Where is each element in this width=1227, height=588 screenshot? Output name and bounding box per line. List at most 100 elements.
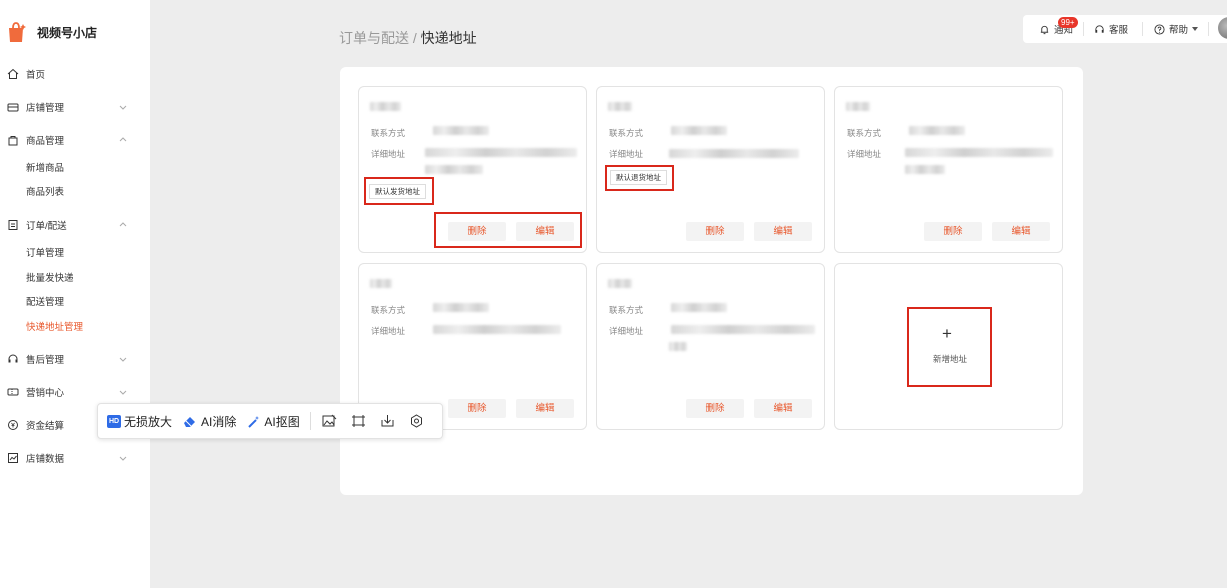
- nav-order-delivery[interactable]: 订单/配送: [0, 214, 150, 236]
- nav-marketing[interactable]: 营销中心: [0, 381, 150, 403]
- crop-button[interactable]: [351, 414, 366, 428]
- address-card: 联系方式 详细地址 默认发货地址 删除 编辑: [358, 86, 587, 253]
- nav-after-sales-label: 售后管理: [26, 355, 65, 366]
- image-edit-button[interactable]: [322, 414, 337, 428]
- hd-icon: HD: [107, 414, 121, 428]
- headset-icon: [1095, 24, 1104, 33]
- edit-button[interactable]: 编辑: [754, 222, 812, 241]
- edit-button[interactable]: 编辑: [516, 399, 574, 418]
- nav-order-mgmt[interactable]: 订单管理: [26, 246, 64, 262]
- chevron-down-icon: [119, 357, 127, 362]
- nav-after-sales[interactable]: 售后管理: [0, 348, 150, 370]
- redacted-contact: [433, 303, 489, 312]
- nav-shop-data-label: 店铺数据: [26, 454, 65, 465]
- add-address-card[interactable]: + 新增地址: [834, 263, 1063, 430]
- address-panel: 联系方式 详细地址 默认发货地址 删除 编辑 联系方式 详细地址 默认退货地址 …: [340, 67, 1083, 495]
- highlight-box: [434, 212, 582, 248]
- chevron-down-icon: [119, 390, 127, 395]
- delete-button[interactable]: 删除: [686, 399, 744, 418]
- nav-product-mgmt[interactable]: 商品管理: [0, 129, 150, 151]
- bag-icon: [8, 136, 18, 146]
- highlight-box: [364, 177, 434, 205]
- notify-button[interactable]: 通知 99+: [1023, 15, 1083, 43]
- highlight-box: [605, 165, 674, 191]
- help-button[interactable]: 帮助: [1143, 15, 1208, 43]
- contact-label: 联系方式: [609, 305, 644, 315]
- redacted-name: [370, 102, 401, 111]
- nav-batch-ship[interactable]: 批量发快递: [26, 271, 74, 287]
- help-label: 帮助: [1169, 25, 1189, 36]
- chevron-up-icon: [119, 222, 127, 227]
- upscale-label: 无损放大: [124, 414, 173, 429]
- chevron-down-icon: [119, 105, 127, 110]
- redacted-name: [370, 279, 392, 288]
- breadcrumb-separator: /: [409, 30, 421, 46]
- address-label: 详细地址: [371, 149, 406, 159]
- delete-button[interactable]: 删除: [924, 222, 982, 241]
- top-bar: 通知 99+ 客服 帮助: [1023, 15, 1227, 43]
- brand[interactable]: 视频号小店: [6, 20, 97, 44]
- redacted-name: [846, 102, 870, 111]
- crop-icon: [351, 415, 365, 427]
- address-label: 详细地址: [609, 326, 644, 336]
- delete-button[interactable]: 删除: [448, 399, 506, 418]
- nav-shop-data[interactable]: 店铺数据: [0, 447, 150, 469]
- download-button[interactable]: [380, 414, 395, 428]
- download-icon: [381, 415, 394, 427]
- edit-button[interactable]: 编辑: [992, 222, 1050, 241]
- eraser-icon: [184, 416, 196, 427]
- address-label: 详细地址: [609, 149, 644, 159]
- chevron-down-icon: [119, 456, 127, 461]
- brand-name: 视频号小店: [37, 25, 98, 40]
- redacted-contact: [433, 126, 489, 135]
- image-edit-icon: [322, 414, 337, 427]
- order-icon: [8, 220, 18, 230]
- nav-product-new[interactable]: 新增商品: [26, 161, 64, 177]
- divider: [1208, 22, 1210, 36]
- nav-order-delivery-label: 订单/配送: [26, 221, 67, 232]
- redacted-address: [671, 325, 815, 334]
- shop-icon: [7, 103, 19, 112]
- redacted-address: [905, 165, 945, 174]
- shop-bag-logo-icon: [9, 22, 26, 42]
- chevron-up-icon: [119, 137, 127, 142]
- divider: [309, 412, 311, 430]
- redacted-address: [425, 148, 577, 157]
- chart-icon: [8, 453, 18, 463]
- nav-delivery-mgmt[interactable]: 配送管理: [26, 295, 64, 311]
- address-card: 联系方式 详细地址 删除 编辑: [596, 263, 825, 430]
- nav-shop-mgmt-label: 店铺管理: [26, 103, 65, 114]
- service-button[interactable]: 客服: [1084, 15, 1142, 43]
- contact-label: 联系方式: [371, 128, 406, 138]
- redacted-address: [425, 165, 483, 174]
- address-label: 详细地址: [371, 326, 406, 336]
- service-label: 客服: [1109, 25, 1129, 36]
- redacted-address: [433, 325, 561, 334]
- redacted-address: [669, 149, 799, 158]
- redacted-contact: [671, 303, 727, 312]
- ai-cutout-button[interactable]: AI抠图: [247, 413, 300, 430]
- settings-button[interactable]: [409, 414, 424, 428]
- nav-home-label: 首页: [26, 70, 46, 81]
- floating-image-toolbar: HD 无损放大 AI消除 AI抠图: [97, 403, 443, 439]
- redacted-address: [905, 148, 1053, 157]
- yen-coin-icon: [8, 420, 18, 430]
- notify-badge: 99+: [1058, 17, 1078, 28]
- ai-erase-button[interactable]: AI消除: [183, 413, 236, 430]
- nav-product-list[interactable]: 商品列表: [26, 185, 64, 201]
- ai-cutout-label: AI抠图: [264, 414, 300, 429]
- address-card: 联系方式 详细地址 默认退货地址 删除 编辑: [596, 86, 825, 253]
- delete-button[interactable]: 删除: [686, 222, 744, 241]
- redacted-name: [608, 279, 632, 288]
- home-icon: [7, 68, 19, 79]
- caret-down-icon: [1192, 27, 1199, 31]
- upscale-button[interactable]: HD 无损放大: [107, 413, 172, 430]
- redacted-contact: [671, 126, 727, 135]
- nav-shop-mgmt[interactable]: 店铺管理: [0, 96, 150, 118]
- edit-button[interactable]: 编辑: [754, 399, 812, 418]
- highlight-box: [907, 307, 992, 387]
- breadcrumb: 订单与配送 / 快递地址: [339, 28, 477, 48]
- breadcrumb-parent[interactable]: 订单与配送: [339, 30, 409, 46]
- nav-express-address[interactable]: 快递地址管理: [26, 320, 83, 336]
- nav-home[interactable]: 首页: [0, 63, 150, 85]
